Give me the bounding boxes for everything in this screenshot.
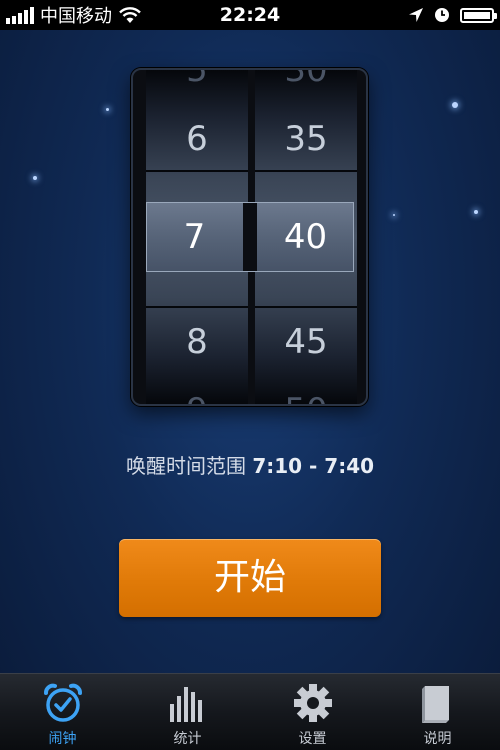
wake-range-text: 唤醒时间范围 7:10 - 7:40 [0,450,500,479]
tab-label: 设置 [298,731,327,747]
tab-stats[interactable]: 统计 [125,674,250,750]
gear-icon [294,684,332,722]
alarm-clock-icon [44,683,82,722]
tab-settings[interactable]: 设置 [250,674,375,750]
tab-label: 统计 [173,731,202,747]
hour-option[interactable]: 9 [146,377,248,404]
hour-option[interactable]: 6 [146,105,248,173]
minute-option[interactable]: 45 [255,308,357,376]
tab-bar: 闹钟 统计 设置 说明 [0,673,500,750]
tab-label: 说明 [423,731,452,747]
wake-range-value: 7:10 - 7:40 [252,454,375,478]
battery-icon [460,7,497,23]
hour-option[interactable]: 5 [146,70,248,104]
tab-label: 闹钟 [48,731,77,747]
star-decoration [474,210,478,214]
selected-hour: 7 [183,217,206,257]
book-icon [422,686,449,723]
minute-option[interactable]: 30 [255,70,357,104]
star-decoration [33,176,37,180]
minute-option[interactable]: 35 [255,105,357,173]
star-decoration [452,102,458,108]
status-bar: 中国移动 22:24 [0,0,500,30]
star-decoration [106,108,109,111]
bar-chart-icon [170,687,202,722]
tab-guide[interactable]: 说明 [375,674,500,750]
minute-option[interactable]: 50 [255,377,357,404]
star-decoration [393,214,395,216]
location-arrow-icon [409,8,423,22]
hour-option[interactable]: 8 [146,308,248,376]
tab-alarm[interactable]: 闹钟 [0,674,125,750]
selected-minute: 40 [283,217,328,257]
start-button[interactable]: 开始 [119,539,381,617]
wake-range-label: 唤醒时间范围 [125,454,246,478]
alarm-status-icon [435,8,449,22]
